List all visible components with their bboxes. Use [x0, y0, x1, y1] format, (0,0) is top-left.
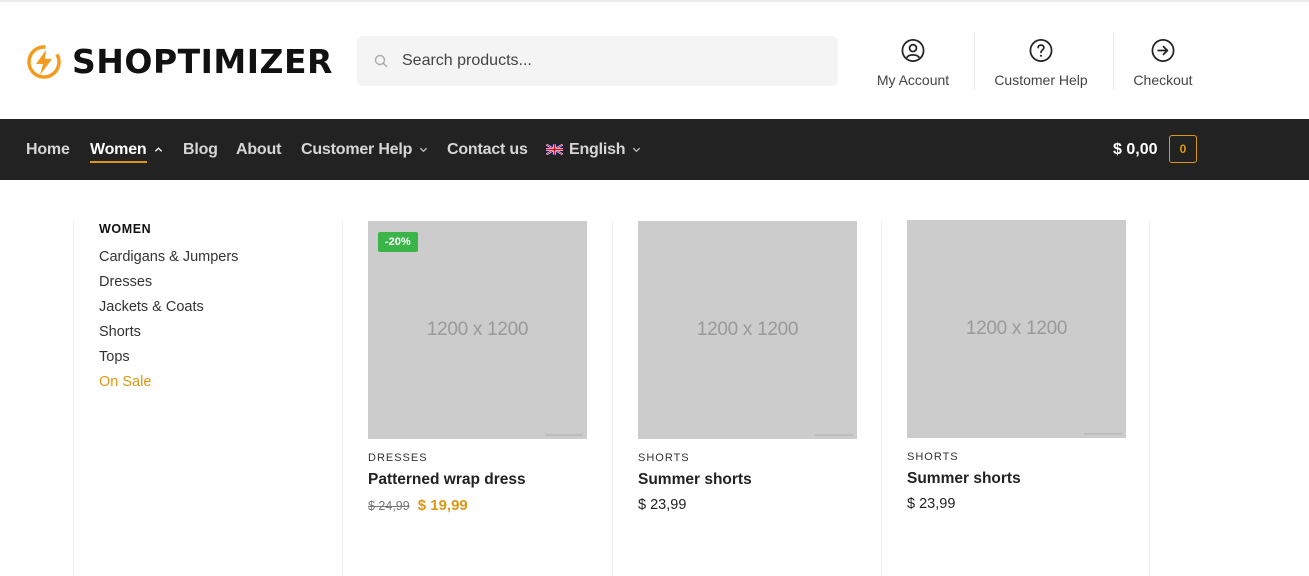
customer-help-label: Customer Help — [994, 72, 1088, 88]
search-bar — [357, 36, 838, 86]
nav-customer-help[interactable]: Customer Help — [301, 119, 428, 180]
menu-link-tops[interactable]: Tops — [99, 345, 238, 370]
search-input[interactable] — [402, 52, 802, 70]
product-price: $ 23,99 — [638, 497, 686, 513]
checkout-link[interactable]: Checkout — [1129, 38, 1197, 88]
column-divider — [342, 220, 343, 576]
product-category[interactable]: DRESSES — [368, 452, 428, 464]
nav-women-label: Women — [90, 141, 147, 163]
sale-badge: -20% — [378, 232, 418, 252]
product-image[interactable]: 1200 x 1200 — [907, 220, 1126, 438]
my-account-link[interactable]: My Account — [872, 38, 954, 88]
nav-home[interactable]: Home — [26, 119, 70, 180]
image-placeholder-text: 1200 x 1200 — [965, 318, 1068, 339]
header-divider — [974, 32, 975, 90]
price: $ 23,99 — [907, 496, 956, 512]
nav-language-label: English — [569, 140, 626, 158]
menu-link-on-sale[interactable]: On Sale — [99, 370, 238, 395]
nav-blog[interactable]: Blog — [183, 119, 218, 180]
product-image[interactable]: 1200 x 1200 -20% — [368, 221, 587, 439]
nav-about-label: About — [236, 140, 282, 158]
search-icon — [374, 54, 388, 68]
customer-help-link[interactable]: Customer Help — [990, 38, 1092, 88]
nav-home-label: Home — [26, 140, 70, 158]
image-watermark — [815, 434, 853, 436]
product-name[interactable]: Patterned wrap dress — [368, 471, 526, 489]
image-watermark — [1084, 433, 1122, 435]
chevron-down-icon — [420, 147, 428, 153]
product-price: $ 23,99 — [907, 496, 955, 512]
chevron-down-icon — [633, 147, 641, 153]
arrow-circle-right-icon — [1151, 39, 1175, 62]
nav-contact-label: Contact us — [447, 140, 528, 158]
product-name[interactable]: Summer shorts — [638, 471, 752, 489]
menu-link-shorts[interactable]: Shorts — [99, 320, 238, 345]
nav-language[interactable]: English — [546, 119, 641, 180]
menu-link-dresses[interactable]: Dresses — [99, 270, 238, 295]
nav-customer-help-label: Customer Help — [301, 140, 413, 158]
category-list: Cardigans & Jumpers Dresses Jackets & Co… — [99, 245, 238, 395]
site-logo[interactable]: SHOPTIMIZER — [26, 42, 333, 82]
question-circle-icon — [1029, 39, 1053, 62]
nav-contact[interactable]: Contact us — [447, 119, 528, 180]
product-category[interactable]: SHORTS — [638, 452, 690, 464]
logo-text: SHOPTIMIZER — [72, 42, 333, 81]
checkout-label: Checkout — [1133, 72, 1193, 88]
lightning-bolt-icon — [27, 45, 61, 79]
product-category[interactable]: SHORTS — [907, 451, 959, 463]
image-placeholder-text: 1200 x 1200 — [696, 319, 799, 340]
uk-flag-icon — [546, 144, 563, 155]
product-image[interactable]: 1200 x 1200 — [638, 221, 857, 439]
product-price: $ 24,99 $ 19,99 — [368, 497, 468, 514]
nav-women[interactable]: Women — [90, 119, 163, 180]
image-placeholder-text: 1200 x 1200 — [426, 319, 529, 340]
header-divider — [1113, 32, 1114, 90]
old-price: $ 24,99 — [368, 499, 410, 513]
price: $ 23,99 — [638, 497, 687, 513]
menu-link-cardigans[interactable]: Cardigans & Jumpers — [99, 245, 238, 270]
site-header: SHOPTIMIZER My Account Customer Help — [0, 2, 1309, 119]
my-account-label: My Account — [876, 72, 950, 88]
column-divider — [612, 220, 613, 576]
column-divider — [881, 220, 882, 576]
image-watermark — [545, 434, 583, 436]
menu-link-jackets[interactable]: Jackets & Coats — [99, 295, 238, 320]
chevron-up-icon — [154, 147, 162, 152]
menu-heading: WOMEN — [99, 222, 152, 236]
sale-price: $ 19,99 — [417, 497, 468, 514]
cart-total[interactable]: $ 0,00 — [1113, 119, 1157, 180]
cart-count-badge[interactable]: 0 — [1169, 135, 1197, 163]
product-name[interactable]: Summer shorts — [907, 470, 1021, 488]
nav-blog-label: Blog — [183, 140, 218, 158]
column-divider — [1149, 220, 1150, 576]
main-navigation: Home Women Blog About Customer Help Cont… — [0, 119, 1309, 180]
user-circle-icon — [901, 39, 925, 62]
nav-about[interactable]: About — [236, 119, 281, 180]
column-divider — [73, 220, 74, 576]
